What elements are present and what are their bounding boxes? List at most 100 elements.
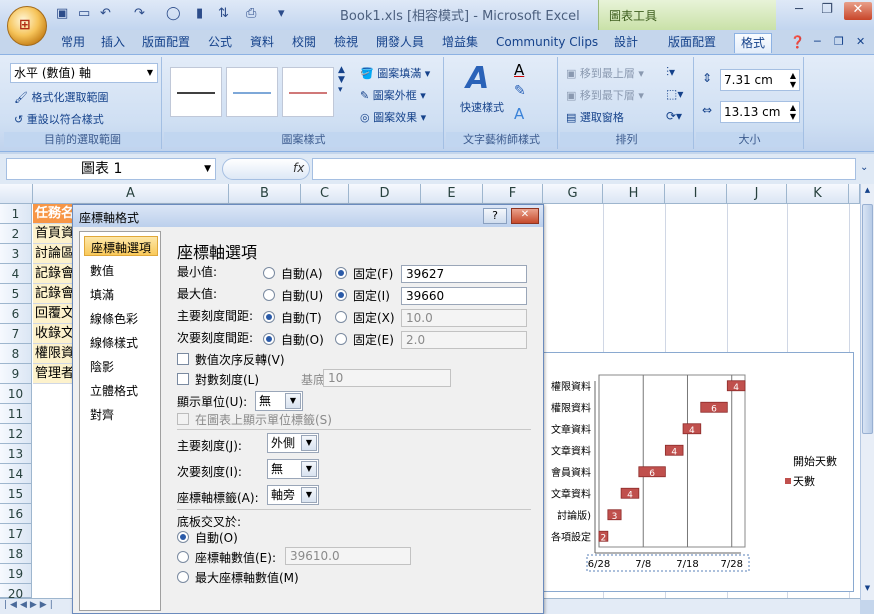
group-icon[interactable]: ⬚▾ [666, 87, 683, 101]
selection-pane-button[interactable]: ▤ 選取窗格 [566, 109, 624, 125]
tab-page-layout[interactable]: 版面配置 [136, 33, 196, 53]
cross-auto-radio[interactable] [177, 531, 189, 543]
row-header[interactable]: 17 [0, 524, 32, 544]
tab-view[interactable]: 檢視 [328, 33, 364, 53]
shape-outline-button[interactable]: ✎ 圖案外框 ▾ [360, 87, 426, 103]
circle-icon[interactable]: ◯ [166, 6, 182, 22]
width-spin-icon[interactable]: ▲ ▼ [790, 103, 796, 121]
column-header[interactable]: D [349, 184, 421, 204]
name-box[interactable]: 圖表 1 ▼ [6, 158, 216, 180]
tab-insert[interactable]: 插入 [95, 33, 131, 53]
cell-a9[interactable]: 管理者 [33, 364, 73, 384]
cell-a4[interactable]: 記錄會 [33, 264, 73, 284]
minor-value-input[interactable]: 2.0 [401, 331, 527, 349]
column-header[interactable] [849, 184, 860, 204]
column-header[interactable]: F [483, 184, 543, 204]
expand-formula-icon[interactable]: ⌄ [860, 162, 868, 173]
vertical-scrollbar[interactable]: ▲ ▼ [860, 184, 874, 600]
column-header[interactable]: E [421, 184, 483, 204]
nav-line-style[interactable]: 線條樣式 [84, 332, 158, 352]
row-header[interactable]: 18 [0, 544, 32, 564]
min-value-input[interactable]: 39627 [401, 265, 527, 283]
axis-labels-select[interactable]: 軸旁 ▼ [267, 485, 319, 505]
style-swatch-1[interactable] [170, 67, 222, 117]
row-header[interactable]: 9 [0, 364, 32, 384]
row-header[interactable]: 4 [0, 264, 32, 284]
ribbon-restore-icon[interactable]: ❐ [834, 35, 844, 48]
rotate-icon[interactable]: ⟳▾ [666, 109, 682, 123]
column-header[interactable]: G [543, 184, 603, 204]
scroll-up-icon[interactable]: ▲ [862, 186, 873, 198]
display-unit-select[interactable]: 無 ▼ [255, 391, 303, 411]
gallery-scroll-icon[interactable]: ▲ ▼ ▾ [338, 65, 345, 95]
sheet-nav-icon[interactable]: |◀◀▶▶| [4, 600, 56, 610]
major-value-input[interactable]: 10.0 [401, 309, 527, 327]
column-header[interactable]: C [301, 184, 349, 204]
minimize-icon[interactable]: ─ [786, 2, 812, 20]
undo-icon[interactable]: ↶ [100, 6, 116, 22]
row-header[interactable]: 2 [0, 224, 32, 244]
row-header[interactable]: 12 [0, 424, 32, 444]
height-spin-icon[interactable]: ▲ ▼ [790, 71, 796, 89]
column-header[interactable]: I [665, 184, 727, 204]
print-icon[interactable]: ⎙ [246, 6, 262, 22]
width-input[interactable]: 13.13 cm ▲ ▼ [720, 101, 800, 123]
cell-a5[interactable]: 記錄會 [33, 284, 73, 304]
row-header[interactable]: 5 [0, 284, 32, 304]
cell-a1[interactable]: 任務名 [33, 204, 73, 224]
nav-shadow[interactable]: 陰影 [84, 356, 158, 376]
row-header[interactable]: 11 [0, 404, 32, 424]
nav-3d-format[interactable]: 立體格式 [84, 380, 158, 400]
reverse-checkbox[interactable] [177, 353, 189, 365]
chart-icon[interactable]: ▮ [196, 6, 212, 22]
restore-icon[interactable]: ❐ [814, 2, 840, 20]
bring-front-button[interactable]: ▣ 移到最上層 ▾ [566, 65, 644, 81]
nav-number[interactable]: 數值 [84, 260, 158, 280]
selection-dropdown[interactable]: 水平 (數值) 軸 ▼ [10, 63, 158, 83]
cross-value-radio[interactable] [177, 551, 189, 563]
row-header[interactable]: 10 [0, 384, 32, 404]
row-header[interactable]: 14 [0, 464, 32, 484]
cell-a3[interactable]: 討論區 [33, 244, 73, 264]
min-fixed-radio[interactable] [335, 267, 347, 279]
row-header[interactable]: 8 [0, 344, 32, 364]
cell-a7[interactable]: 收錄文 [33, 324, 73, 344]
shape-fill-button[interactable]: 🪣 圖案填滿 ▾ [360, 65, 430, 81]
send-back-button[interactable]: ▣ 移到最下層 ▾ [566, 87, 644, 103]
nav-fill[interactable]: 填滿 [84, 284, 158, 304]
gantt-chart[interactable]: 6/28 7/8 7/18 7/28 各項設定 2 討論版) 3 文章資料 4 會員資料 6 文章資料 4… [542, 352, 854, 592]
shape-effects-button[interactable]: ◎ 圖案效果 ▾ [360, 109, 426, 125]
minor-tick-select[interactable]: 無 ▼ [267, 459, 319, 479]
base-input[interactable]: 10 [323, 369, 451, 387]
tab-review[interactable]: 校閱 [286, 33, 322, 53]
text-fill-icon[interactable]: A [514, 61, 524, 79]
formula-input[interactable] [312, 158, 856, 180]
major-fixed-radio[interactable] [335, 311, 347, 323]
style-swatch-3[interactable] [282, 67, 334, 117]
dialog-help-button[interactable]: ? [483, 208, 507, 224]
major-auto-radio[interactable] [263, 311, 275, 323]
tab-design[interactable]: 設計 [608, 33, 644, 53]
max-fixed-radio[interactable] [335, 289, 347, 301]
tab-developer[interactable]: 開發人員 [370, 33, 430, 53]
column-header[interactable]: K [787, 184, 849, 204]
tab-formulas[interactable]: 公式 [202, 33, 238, 53]
tab-data[interactable]: 資料 [244, 33, 280, 53]
text-effects-icon[interactable]: A [514, 105, 524, 123]
scroll-down-icon[interactable]: ▼ [862, 584, 873, 596]
cell-a8[interactable]: 權限資 [33, 344, 73, 364]
cell-a6[interactable]: 回覆文 [33, 304, 73, 324]
row-header[interactable]: 7 [0, 324, 32, 344]
row-header[interactable]: 15 [0, 484, 32, 504]
align-icon[interactable]: ⫶▾ [666, 65, 675, 80]
cross-value-input[interactable]: 39610.0 [285, 547, 411, 565]
nav-line-color[interactable]: 線條色彩 [84, 308, 158, 328]
tab-community-clips[interactable]: Community Clips [490, 33, 604, 53]
cross-max-radio[interactable] [177, 571, 189, 583]
row-header[interactable]: 20 [0, 584, 32, 601]
column-header[interactable]: B [229, 184, 301, 204]
row-header[interactable]: 6 [0, 304, 32, 324]
save-icon[interactable]: ▣ [56, 6, 72, 22]
tab-chart-layout[interactable]: 版面配置 [662, 33, 722, 53]
minor-fixed-radio[interactable] [335, 333, 347, 345]
